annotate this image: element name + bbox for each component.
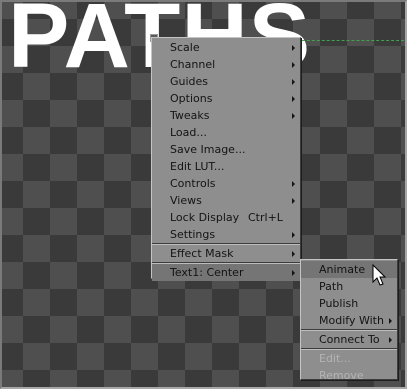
menu-item-label: Lock Display: [170, 211, 240, 224]
menu-item-label: Animate: [319, 263, 366, 276]
menu-item-connect-to[interactable]: Connect To: [301, 331, 397, 348]
menu-item-label: Options: [170, 92, 213, 105]
menu-item-settings[interactable]: Settings: [152, 226, 300, 243]
menu-item-label: Edit LUT...: [170, 160, 225, 173]
menu-item-label: Guides: [170, 75, 209, 88]
menu-item-label: Controls: [170, 177, 216, 190]
menu-item-label: Tweaks: [170, 109, 210, 122]
menu-item-load[interactable]: Load...: [152, 124, 300, 141]
menu-item-label: Text1: Center: [170, 266, 244, 279]
submenu-arrow-icon: [292, 45, 295, 51]
menu-item-label: Modify With: [319, 314, 384, 327]
guide-line: [292, 40, 405, 41]
menu-item-text1-center[interactable]: Text1: Center: [152, 264, 300, 281]
menu-item-lock-display[interactable]: Lock Display Ctrl+L: [152, 209, 300, 226]
menu-item-label: Load...: [170, 126, 207, 139]
submenu-arrow-icon: [292, 198, 295, 204]
arrow-cursor-icon: [372, 264, 387, 286]
menu-item-label: Save Image...: [170, 143, 246, 156]
menu-item-label: Path: [319, 280, 344, 293]
menu-item-save-image[interactable]: Save Image...: [152, 141, 300, 158]
menu-item-scale[interactable]: Scale: [152, 39, 300, 56]
submenu-arrow-icon: [292, 181, 295, 187]
menu-item-edit-lut[interactable]: Edit LUT...: [152, 158, 300, 175]
menu-item-label: Views: [170, 194, 202, 207]
menu-item-label: Edit...: [319, 352, 351, 365]
menu-item-edit: Edit...: [301, 350, 397, 367]
menu-item-modify-with[interactable]: Modify With: [301, 312, 397, 329]
submenu-arrow-icon: [292, 79, 295, 85]
menu-item-label: Effect Mask: [170, 247, 234, 260]
menu-item-label: Settings: [170, 228, 216, 241]
menu-item-channel[interactable]: Channel: [152, 56, 300, 73]
menu-item-label: Remove: [319, 369, 364, 382]
submenu-arrow-icon: [292, 96, 295, 102]
submenu-arrow-icon: [292, 62, 295, 68]
menu-item-options[interactable]: Options: [152, 90, 300, 107]
submenu-arrow-icon: [389, 337, 392, 343]
submenu-arrow-icon: [292, 270, 295, 276]
menu-item-label: Scale: [170, 41, 200, 54]
menu-item-label: Channel: [170, 58, 216, 71]
menu-item-label: Publish: [319, 297, 359, 310]
viewer-context-menu: Scale Channel Guides Options Tweaks Load…: [151, 37, 301, 281]
menu-item-controls[interactable]: Controls: [152, 175, 300, 192]
menu-item-views[interactable]: Views: [152, 192, 300, 209]
submenu-arrow-icon: [389, 318, 392, 324]
menu-item-tweaks[interactable]: Tweaks: [152, 107, 300, 124]
menu-item-publish[interactable]: Publish: [301, 295, 397, 312]
menu-item-shortcut: Ctrl+L: [248, 211, 283, 224]
menu-item-guides[interactable]: Guides: [152, 73, 300, 90]
menu-item-label: Connect To: [319, 333, 380, 346]
menu-item-effect-mask[interactable]: Effect Mask: [152, 245, 300, 262]
submenu-arrow-icon: [292, 232, 295, 238]
submenu-arrow-icon: [292, 251, 295, 257]
menu-item-remove: Remove: [301, 367, 397, 384]
submenu-arrow-icon: [292, 113, 295, 119]
